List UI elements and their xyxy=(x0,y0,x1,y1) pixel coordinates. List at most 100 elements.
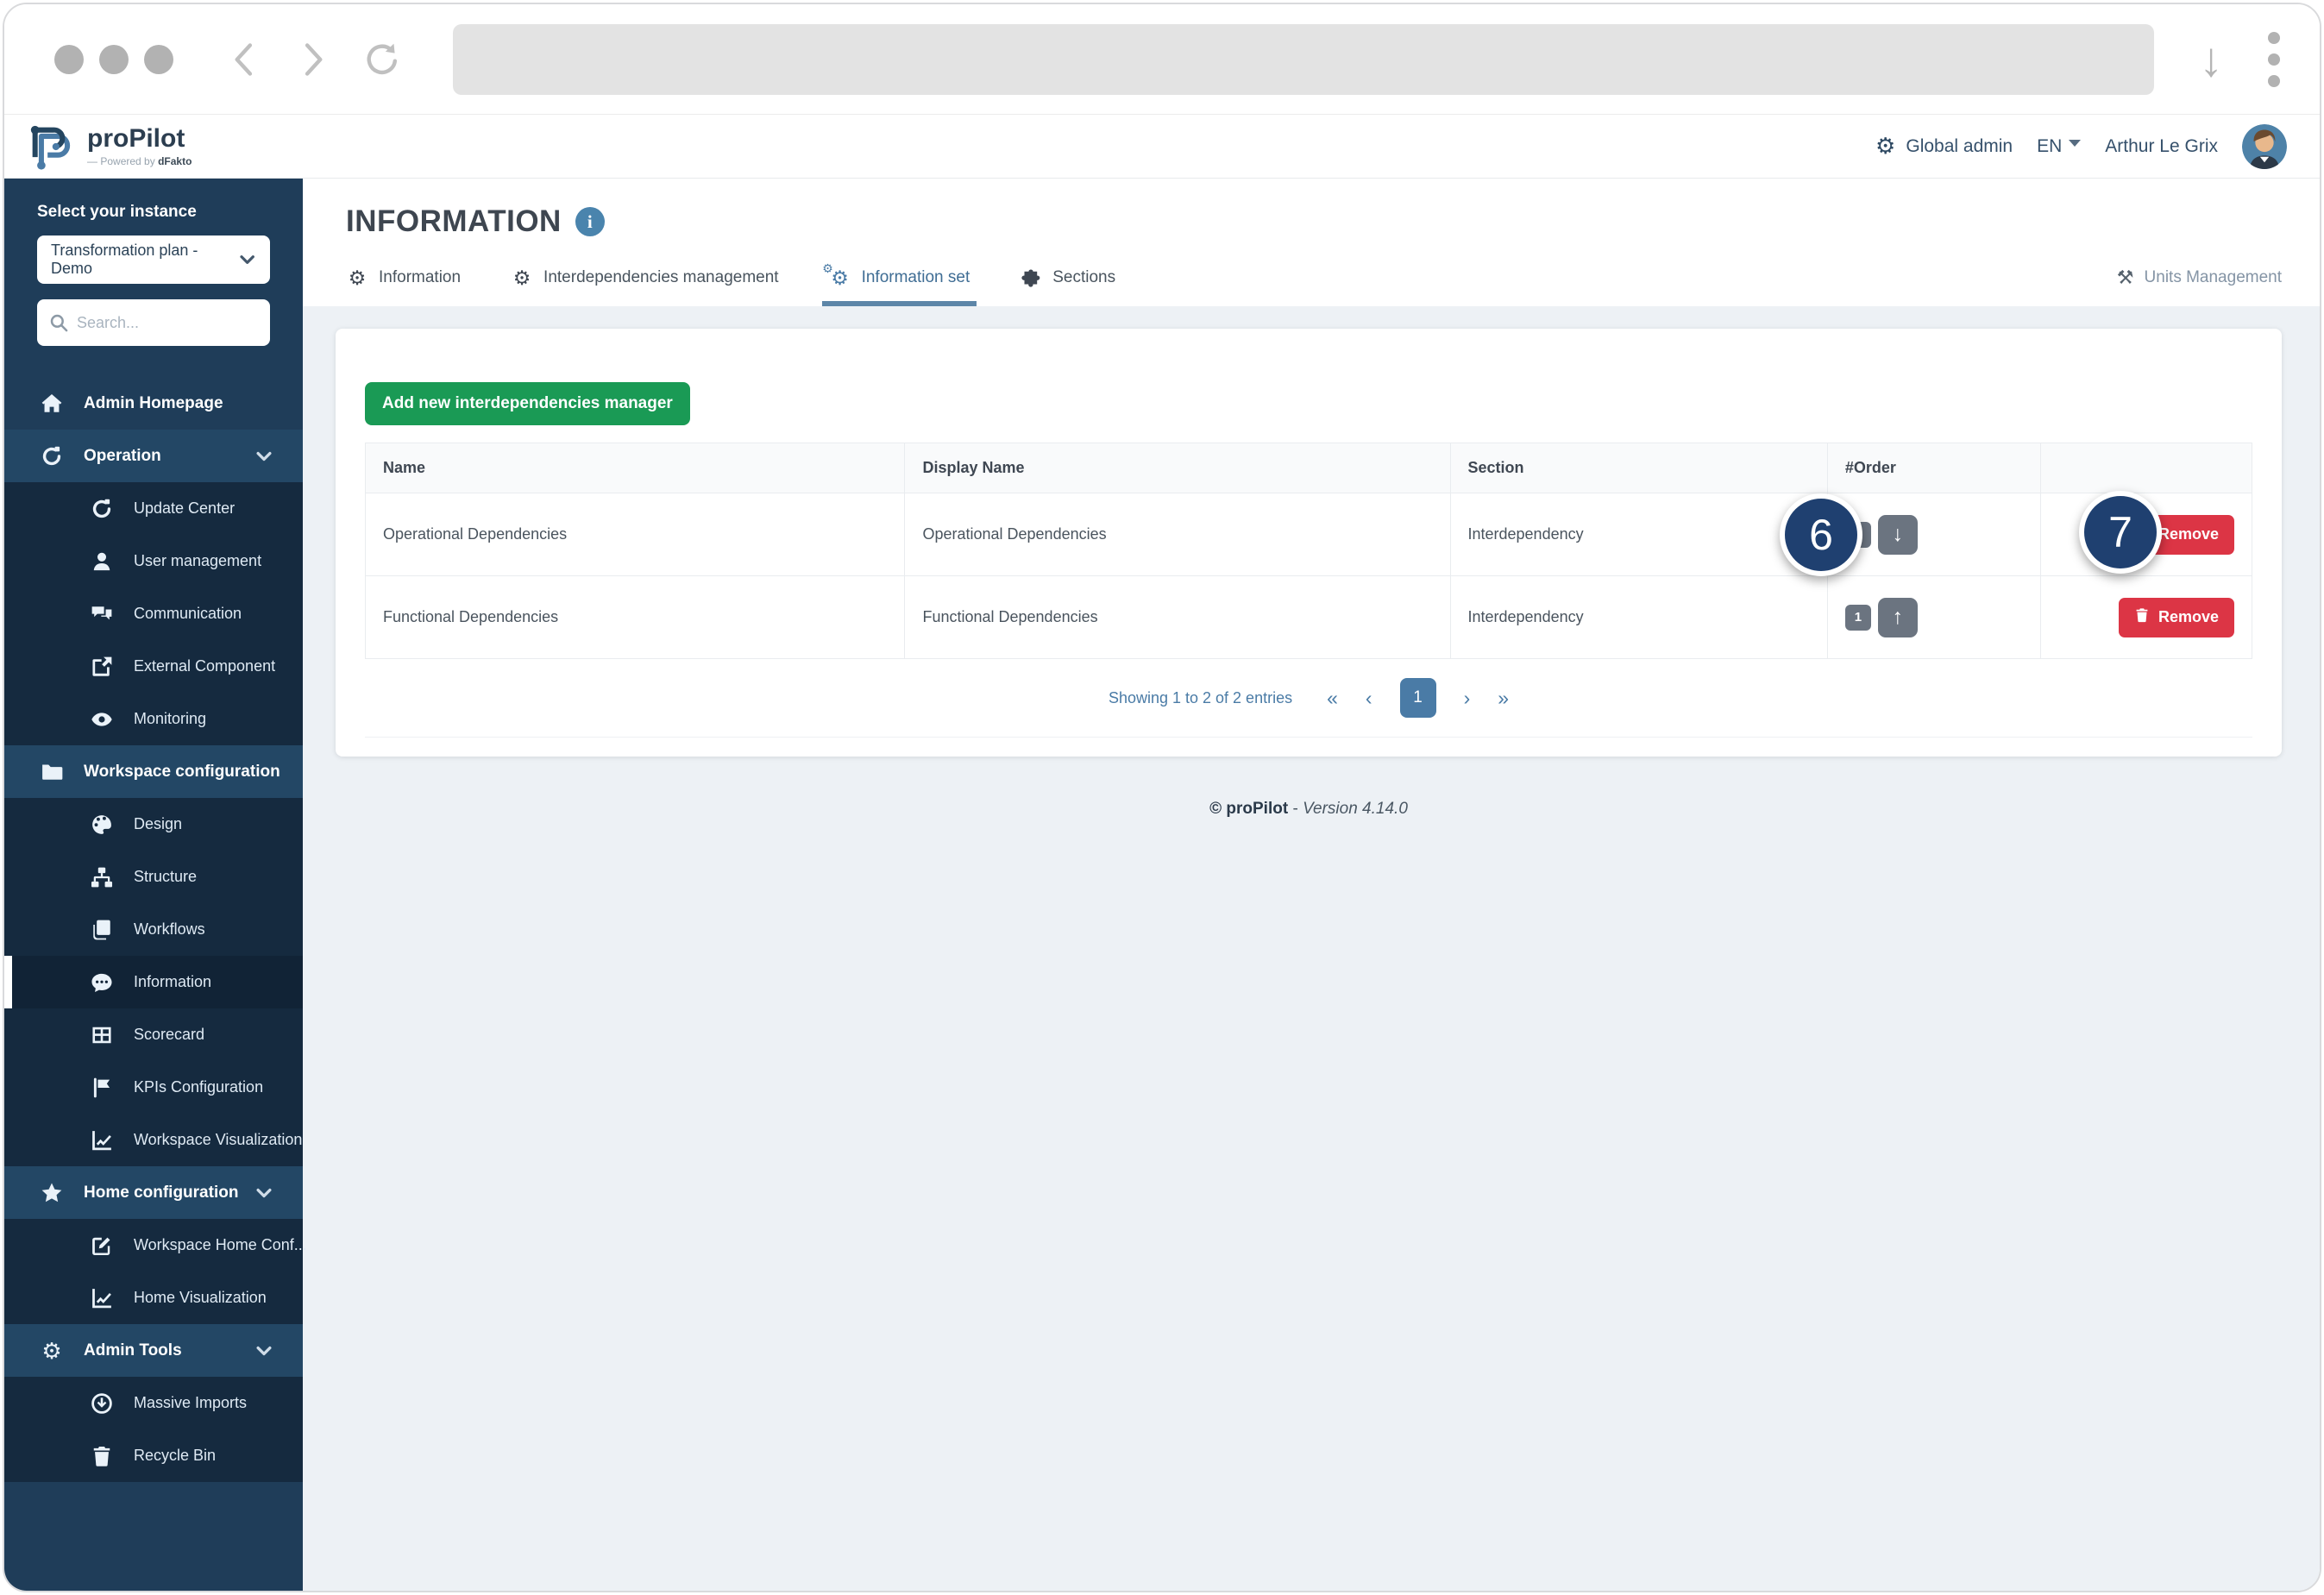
brand-powered-by: — Powered by dFakto xyxy=(87,154,192,167)
pagination-page-1-button[interactable]: 1 xyxy=(1399,678,1436,718)
sitemap-icon xyxy=(89,864,115,890)
eye-icon xyxy=(89,706,115,732)
pagination-first-button[interactable]: « xyxy=(1327,688,1338,708)
search-input[interactable] xyxy=(77,313,258,332)
pagination-last-button[interactable]: » xyxy=(1498,688,1509,708)
tab-sections[interactable]: Sections xyxy=(1020,267,1115,306)
sidebar-item-external-component[interactable]: External Component xyxy=(4,640,303,693)
avatar[interactable] xyxy=(2242,123,2287,169)
browser-menu-icon[interactable] xyxy=(2268,31,2280,87)
table-icon xyxy=(89,1022,115,1048)
home-icon xyxy=(39,391,65,417)
sidebar-item-communication[interactable]: Communication xyxy=(4,587,303,640)
sidebar-item-home-visualization[interactable]: Home Visualization xyxy=(4,1272,303,1324)
puzzle-icon xyxy=(1020,267,1042,289)
user-name[interactable]: Arthur Le Grix xyxy=(2105,136,2218,157)
footer-separator: - xyxy=(1292,800,1298,818)
window-controls xyxy=(54,44,173,74)
trash-icon xyxy=(2134,607,2150,627)
cell-name: Operational Dependencies xyxy=(364,493,906,576)
main-content: INFORMATION i ⚙ Information ⚙ Interdependen… xyxy=(303,179,2320,1591)
tab-interdependencies-management[interactable]: ⚙ Interdependencies management xyxy=(511,267,779,306)
back-icon[interactable] xyxy=(225,41,263,78)
callout-badge-6: 6 xyxy=(1780,493,1862,576)
tab-bar: ⚙ Information ⚙ Interdependencies managemen… xyxy=(346,261,2320,306)
pagination-prev-button[interactable]: ‹ xyxy=(1366,688,1372,708)
sidebar-item-design[interactable]: Design xyxy=(4,798,303,851)
footer-version: Version 4.14.0 xyxy=(1303,800,1408,818)
content-header: INFORMATION i ⚙ Information ⚙ Interdependen… xyxy=(303,179,2320,306)
sidebar-item-workflows[interactable]: Workflows xyxy=(4,903,303,956)
window-dot-icon[interactable] xyxy=(99,44,129,74)
refresh-icon xyxy=(39,443,65,469)
brand-logo[interactable]: proPilot — Powered by dFakto xyxy=(27,122,192,172)
sidebar-item-workspace-home-conf[interactable]: Workspace Home Conf... xyxy=(4,1219,307,1272)
table-row: Operational Dependencies Operational Depe… xyxy=(364,493,2252,576)
move-down-button[interactable]: ↓ xyxy=(1877,514,1918,555)
download-icon[interactable]: ↓ xyxy=(2199,35,2223,84)
info-icon[interactable]: i xyxy=(575,207,605,236)
sidebar-item-admin-homepage[interactable]: Admin Homepage xyxy=(4,377,303,430)
propilot-logo-icon xyxy=(30,125,71,170)
remove-button[interactable]: Remove xyxy=(2118,597,2234,637)
palette-icon xyxy=(89,812,115,838)
move-up-button[interactable]: ↑ xyxy=(1877,597,1918,637)
star-icon xyxy=(39,1180,65,1206)
user-icon xyxy=(89,549,115,575)
browser-window: ↓ proPilot — Powered by dFakto ⚙ Global … xyxy=(3,3,2321,1592)
column-header-display-name: Display Name xyxy=(904,443,1451,493)
comment-icon xyxy=(89,970,115,995)
language-selector[interactable]: EN xyxy=(2037,136,2082,157)
sidebar-item-kpis-configuration[interactable]: KPIs Configuration xyxy=(4,1061,303,1114)
sidebar-item-workspace-visualization[interactable]: Workspace Visualization xyxy=(4,1114,303,1166)
edit-icon xyxy=(89,1233,115,1259)
forward-icon[interactable] xyxy=(294,41,332,78)
chart-icon xyxy=(89,1285,115,1311)
sidebar-item-information[interactable]: Information xyxy=(4,956,303,1008)
chart-icon xyxy=(89,1127,115,1153)
sidebar-item-update-center[interactable]: Update Center xyxy=(4,482,303,535)
sidebar-item-scorecard[interactable]: Scorecard xyxy=(4,1008,303,1061)
app-footer: © proPilot - Version 4.14.0 xyxy=(336,800,2282,819)
cell-name: Functional Dependencies xyxy=(364,575,906,659)
instance-select[interactable]: Transformation plan - Demo xyxy=(37,235,270,284)
cell-display-name: Functional Dependencies xyxy=(904,575,1451,659)
information-set-card: Add new interdependencies manager Name Di… xyxy=(336,329,2282,757)
sidebar: Select your instance Transformation plan… xyxy=(4,179,307,1591)
cogs-icon: ⚙ ⚙ xyxy=(822,261,849,289)
sidebar-item-admin-tools[interactable]: ⚙ Admin Tools xyxy=(4,1324,303,1377)
sidebar-item-operation[interactable]: Operation xyxy=(4,430,303,482)
sidebar-item-massive-imports[interactable]: Massive Imports xyxy=(4,1377,303,1429)
url-bar[interactable] xyxy=(453,23,2154,95)
pagination-summary: Showing 1 to 2 of 2 entries xyxy=(1108,688,1293,706)
gear-icon: ⚙ xyxy=(512,266,531,289)
gear-icon: ⚙ xyxy=(348,266,367,289)
cell-section: Interdependency xyxy=(1449,575,1828,659)
order-value-badge: 1 xyxy=(1844,604,1871,631)
pagination: Showing 1 to 2 of 2 entries « ‹ 1 › » xyxy=(365,659,2252,738)
callout-badge-7: 7 xyxy=(2079,491,2162,574)
column-header-actions xyxy=(2040,443,2252,493)
tools-icon: ⚒ xyxy=(2116,267,2134,288)
chevron-down-icon xyxy=(254,1341,273,1360)
units-management-button[interactable]: ⚒ Units Management xyxy=(2117,268,2282,287)
sidebar-item-workspace-configuration[interactable]: Workspace configuration xyxy=(4,745,303,798)
sidebar-item-home-configuration[interactable]: Home configuration xyxy=(4,1166,303,1219)
pagination-next-button[interactable]: › xyxy=(1464,688,1471,708)
tab-information[interactable]: ⚙ Information xyxy=(346,267,461,306)
cell-actions: Remove xyxy=(2040,575,2252,659)
window-dot-icon[interactable] xyxy=(54,44,84,74)
instance-select-value: Transformation plan - Demo xyxy=(51,242,198,277)
sidebar-item-structure[interactable]: Structure xyxy=(4,851,303,903)
window-dot-icon[interactable] xyxy=(144,44,173,74)
cell-display-name: Operational Dependencies xyxy=(904,493,1451,576)
external-icon xyxy=(89,654,115,680)
sidebar-item-monitoring[interactable]: Monitoring xyxy=(4,693,303,745)
screenshot-canvas: ↓ proPilot — Powered by dFakto ⚙ Global … xyxy=(0,0,2324,1595)
sidebar-item-user-management[interactable]: User management xyxy=(4,535,303,587)
tab-information-set[interactable]: ⚙ ⚙ Information set xyxy=(821,261,977,306)
sidebar-item-recycle-bin[interactable]: Recycle Bin xyxy=(4,1429,303,1482)
refresh-icon[interactable] xyxy=(363,41,401,78)
add-interdependencies-manager-button[interactable]: Add new interdependencies manager xyxy=(365,382,690,425)
role-label[interactable]: Global admin xyxy=(1906,136,2013,157)
